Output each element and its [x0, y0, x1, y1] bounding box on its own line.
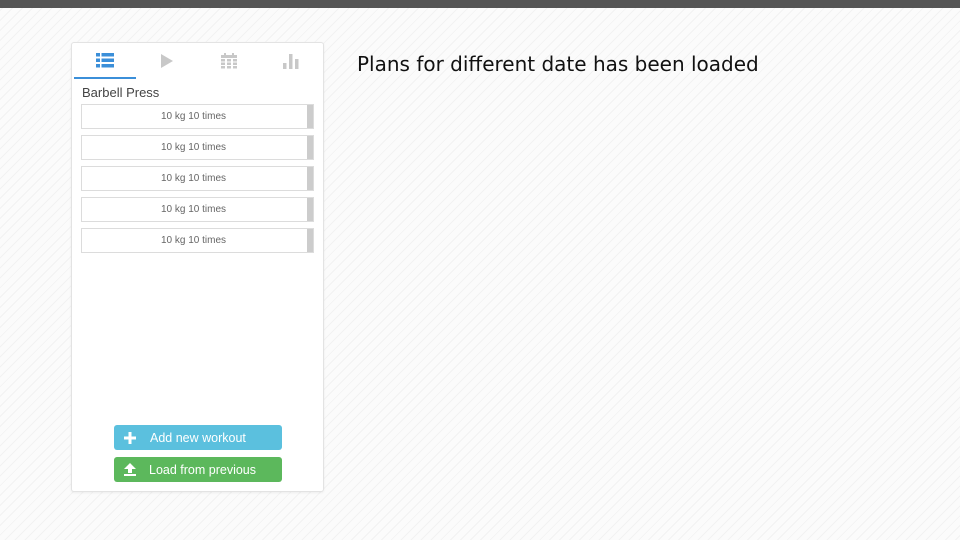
upload-icon	[123, 463, 137, 477]
load-previous-button[interactable]: Load from previous	[114, 457, 282, 482]
workout-panel: Barbell Press 10 kg 10 times 10 kg 10 ti…	[71, 42, 324, 492]
exercise-title: Barbell Press	[82, 85, 160, 100]
calendar-icon	[221, 53, 237, 69]
set-handle[interactable]	[307, 198, 313, 221]
set-handle[interactable]	[307, 105, 313, 128]
set-row[interactable]: 10 kg 10 times	[81, 228, 314, 253]
load-previous-label: Load from previous	[149, 462, 257, 477]
set-label: 10 kg 10 times	[160, 204, 227, 215]
set-row[interactable]: 10 kg 10 times	[81, 104, 314, 129]
bar-chart-icon	[283, 53, 299, 69]
top-bar	[0, 0, 960, 8]
set-handle[interactable]	[307, 136, 313, 159]
plus-icon	[123, 431, 137, 445]
tab-calendar[interactable]	[198, 43, 260, 79]
set-handle[interactable]	[307, 229, 313, 252]
add-workout-label: Add new workout	[150, 430, 246, 445]
caption: Plans for different date has been loaded	[357, 52, 759, 76]
set-row[interactable]: 10 kg 10 times	[81, 197, 314, 222]
set-label: 10 kg 10 times	[160, 173, 227, 184]
set-label: 10 kg 10 times	[160, 235, 227, 246]
set-row[interactable]: 10 kg 10 times	[81, 135, 314, 160]
tab-list[interactable]	[74, 43, 136, 79]
tab-bar	[72, 43, 323, 79]
set-label: 10 kg 10 times	[160, 111, 227, 122]
tab-stats[interactable]	[260, 43, 322, 79]
play-icon	[161, 54, 173, 68]
set-handle[interactable]	[307, 167, 313, 190]
list-icon	[96, 52, 114, 68]
set-list: 10 kg 10 times 10 kg 10 times 10 kg 10 t…	[81, 104, 314, 259]
set-label: 10 kg 10 times	[160, 142, 227, 153]
add-workout-button[interactable]: Add new workout	[114, 425, 282, 450]
tab-play[interactable]	[136, 43, 198, 79]
set-row[interactable]: 10 kg 10 times	[81, 166, 314, 191]
